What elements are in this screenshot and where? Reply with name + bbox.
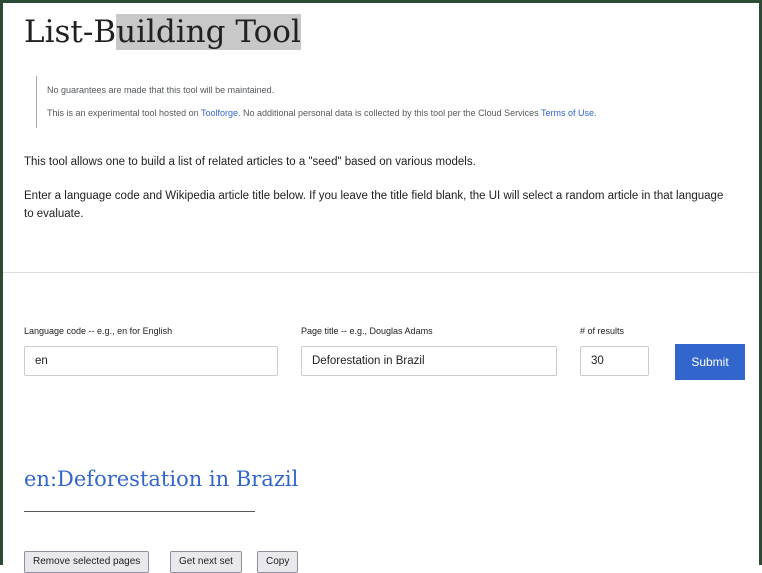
notice-text-1: This is an experimental tool hosted on (47, 108, 201, 118)
page-title-input[interactable]: Deforestation in Brazil (301, 346, 557, 376)
page-title: List-Building Tool (24, 12, 301, 52)
notice-text-3: . (594, 108, 597, 118)
notice-text-2: . No additional personal data is collect… (237, 108, 541, 118)
page-title-highlighted: uilding Tool (116, 14, 301, 50)
language-code-label: Language code -- e.g., en for English (24, 326, 173, 336)
notice-maintenance: No guarantees are made that this tool wi… (47, 85, 275, 95)
intro-paragraph-2: Enter a language code and Wikipedia arti… (24, 190, 724, 220)
result-heading-underline (24, 511, 255, 512)
window-frame-top (0, 0, 762, 3)
page-title-label: Page title -- e.g., Douglas Adams (301, 326, 433, 336)
copy-button[interactable]: Copy (257, 551, 299, 573)
num-results-input[interactable]: 30 (580, 346, 649, 376)
remove-selected-pages-button[interactable]: Remove selected pages (24, 551, 150, 573)
num-results-label: # of results (580, 326, 625, 336)
toolforge-link[interactable]: Toolforge (201, 108, 238, 118)
language-code-input[interactable]: en (24, 346, 278, 376)
disclaimer-notice: No guarantees are made that this tool wi… (36, 76, 727, 128)
section-divider (3, 272, 759, 273)
window-frame-left (0, 0, 3, 565)
terms-of-use-link[interactable]: Terms of Use (541, 108, 594, 118)
get-next-set-button[interactable]: Get next set (170, 551, 242, 573)
result-article-heading[interactable]: en:Deforestation in Brazil (24, 464, 298, 494)
page-title-prefix: List-B (24, 14, 117, 50)
submit-button[interactable]: Submit (675, 344, 745, 380)
notice-privacy: This is an experimental tool hosted on T… (47, 108, 597, 118)
intro-paragraph-1: This tool allows one to build a list of … (24, 156, 476, 168)
